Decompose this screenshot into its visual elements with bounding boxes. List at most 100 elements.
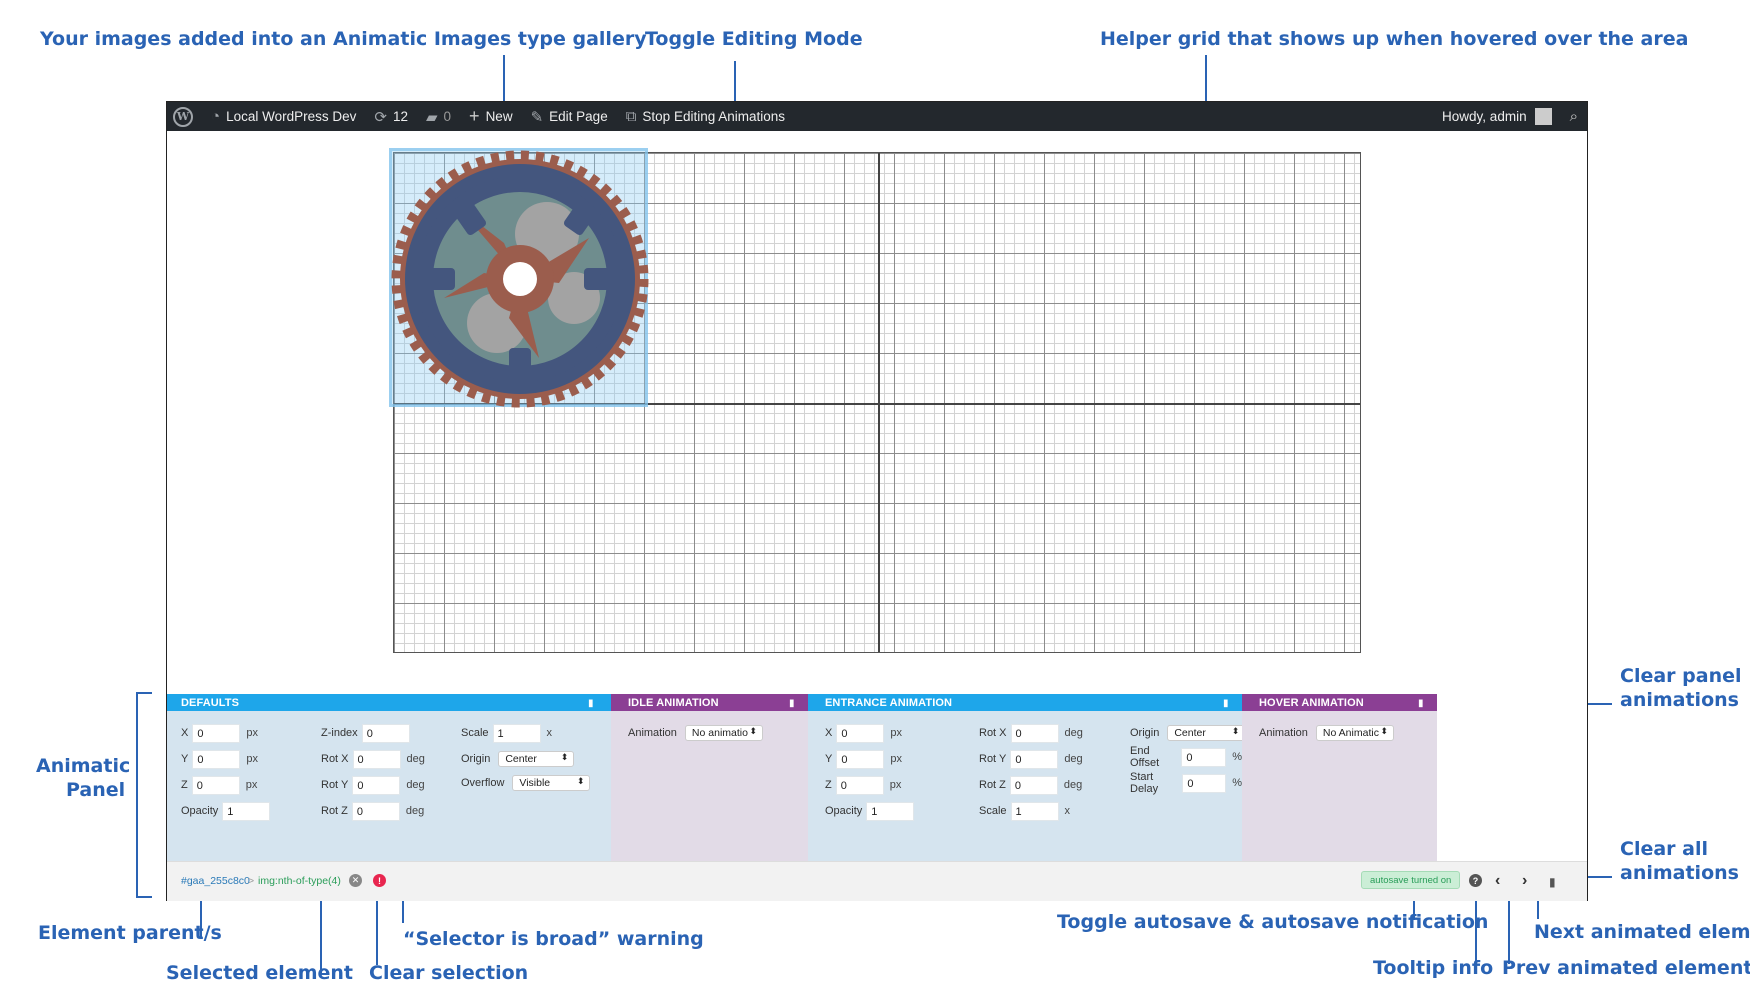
next-element-icon[interactable]: ›	[1522, 872, 1527, 890]
idle-animation-section: IDLE ANIMATION ▮ Animation No animatio ⬍	[611, 694, 808, 861]
unit-label: px	[246, 727, 258, 739]
select-value: Center	[1174, 727, 1206, 739]
select-arrows-icon: ⬍	[560, 752, 569, 762]
annotation-toggle-autosave: Toggle autosave & autosave notification	[1057, 911, 1489, 933]
unit-label: deg	[1063, 779, 1083, 791]
field-label: Start Delay	[1130, 771, 1159, 795]
unit-label: deg	[406, 753, 425, 765]
entrance-rotx-input[interactable]: 0	[1010, 723, 1059, 743]
defaults-rotx-input[interactable]: 0	[352, 749, 401, 769]
field-label: Z-index	[321, 727, 358, 739]
plus-icon: +	[469, 106, 480, 126]
unit-label: deg	[405, 805, 425, 817]
field-label: Z	[825, 779, 832, 791]
entrance-roty-input[interactable]: 0	[1010, 749, 1059, 769]
entrance-x-input[interactable]: 0	[836, 723, 885, 743]
field-label: Z	[181, 779, 188, 791]
edit-page-link[interactable]: ✎ Edit Page	[522, 102, 617, 131]
field-label: Rot Z	[321, 805, 348, 817]
defaults-section: DEFAULTS ▮ X 0 px Y 0 px Z 0 px Opacity 1 Z-ind…	[167, 694, 611, 861]
annotation-line	[376, 893, 378, 965]
stop-editing-label: Stop Editing Animations	[642, 109, 786, 124]
clear-panel-trash-icon[interactable]: ▮	[789, 698, 798, 709]
defaults-zindex-input[interactable]: 0	[361, 723, 410, 743]
my-account-link[interactable]: Howdy, admin	[1433, 102, 1561, 131]
entrance-y-input[interactable]: 0	[836, 749, 885, 769]
hover-animation-select[interactable]: No Animatic ⬍	[1315, 725, 1394, 741]
field-label: Rot Y	[979, 753, 1007, 765]
defaults-scale-input[interactable]: 1	[492, 723, 541, 743]
defaults-rotz-input[interactable]: 0	[351, 801, 400, 821]
idle-animation-select[interactable]: No animatio ⬍	[684, 725, 763, 741]
defaults-origin-select[interactable]: Center ⬍	[498, 751, 575, 767]
annotation-clear-selection: Clear selection	[369, 962, 529, 984]
avatar	[1534, 108, 1552, 125]
wp-admin-bar: W ◔ Local WordPress Dev ⟳ 12 ▰ 0 + New ✎…	[167, 102, 1587, 131]
field-label: Scale	[979, 805, 1007, 817]
unit-label: %	[1232, 751, 1242, 763]
defaults-overflow-select[interactable]: Visible ⬍	[512, 775, 591, 791]
hover-animation-section: HOVER ANIMATION ▮ Animation No Animatic ⬍	[1242, 694, 1437, 861]
field-label: Rot Z	[979, 779, 1006, 791]
annotation-next-element: Next animated element	[1534, 921, 1750, 943]
clear-all-trash-icon[interactable]: ▮	[1549, 875, 1556, 889]
stop-editing-animations-button[interactable]: ⧉ Stop Editing Animations	[617, 102, 794, 131]
entrance-rotz-input[interactable]: 0	[1009, 775, 1058, 795]
edit-page-label: Edit Page	[549, 109, 608, 124]
selector-warning-icon[interactable]: !	[373, 874, 386, 887]
select-arrows-icon: ⬍	[1231, 726, 1240, 736]
prev-element-icon[interactable]: ‹	[1495, 872, 1500, 890]
wp-logo-button[interactable]: W	[167, 102, 202, 131]
field-label: Rot X	[321, 753, 349, 765]
clear-panel-trash-icon[interactable]: ▮	[1223, 698, 1232, 709]
unit-label: px	[890, 727, 902, 739]
entrance-end-offset-input[interactable]: 0	[1181, 747, 1227, 767]
browser-window: W ◔ Local WordPress Dev ⟳ 12 ▰ 0 + New ✎…	[166, 101, 1588, 901]
layers-icon: ⧉	[625, 108, 637, 125]
comment-icon: ▰	[425, 108, 438, 126]
unit-label: px	[245, 779, 258, 791]
annotation-bracket	[136, 692, 152, 898]
clear-panel-trash-icon[interactable]: ▮	[588, 698, 597, 709]
entrance-origin-select[interactable]: Center ⬍	[1167, 725, 1246, 741]
defaults-x-input[interactable]: 0	[192, 723, 241, 743]
field-label: X	[181, 727, 189, 739]
updates-link[interactable]: ⟳ 12	[365, 102, 417, 131]
panel-footer: #gaa_255c8c0 > img:nth-of-type(4) ✕ ! au…	[167, 861, 1587, 901]
autosave-toggle[interactable]: autosave turned on	[1361, 871, 1461, 889]
entrance-title: ENTRANCE ANIMATION	[825, 696, 953, 709]
gear-image[interactable]	[389, 148, 651, 410]
select-value: No Animatic	[1322, 727, 1379, 739]
defaults-roty-input[interactable]: 0	[352, 775, 401, 795]
entrance-scale-input[interactable]: 1	[1010, 801, 1059, 821]
selected-element-link[interactable]: img:nth-of-type(4)	[258, 875, 341, 887]
entrance-animation-section: ENTRANCE ANIMATION ▮ X 0 px Y 0 px Z 0 px Opac…	[808, 694, 1246, 861]
defaults-opacity-input[interactable]: 1	[222, 801, 271, 821]
defaults-z-input[interactable]: 0	[191, 775, 240, 795]
entrance-opacity-input[interactable]: 1	[866, 801, 915, 821]
pencil-icon: ✎	[530, 108, 544, 126]
refresh-icon: ⟳	[374, 108, 387, 126]
element-parent-link[interactable]: #gaa_255c8c0	[181, 875, 250, 887]
entrance-start-delay-input[interactable]: 0	[1182, 773, 1227, 793]
annotation-selector-warning: “Selector is broad” warning	[403, 928, 704, 950]
search-button[interactable]: ⌕	[1561, 102, 1587, 131]
clear-panel-trash-icon[interactable]: ▮	[1418, 698, 1427, 709]
field-label: Animation	[1259, 727, 1308, 739]
field-label: Origin	[1130, 727, 1160, 739]
help-icon[interactable]: ?	[1469, 874, 1482, 887]
comments-link[interactable]: ▰ 0	[417, 102, 460, 131]
select-value: Center	[505, 753, 537, 765]
select-arrows-icon: ⬍	[1380, 726, 1388, 736]
clear-selection-icon[interactable]: ✕	[349, 874, 362, 887]
defaults-y-input[interactable]: 0	[192, 749, 241, 769]
annotation-animatic-panel-1: Animatic	[36, 755, 131, 777]
annotation-clear-panel-1: Clear panel	[1620, 665, 1742, 687]
site-name-link[interactable]: ◔ Local WordPress Dev	[202, 102, 365, 131]
updates-count: 12	[392, 109, 408, 124]
new-content-link[interactable]: + New	[460, 102, 522, 131]
field-label: Overflow	[461, 777, 505, 789]
entrance-z-input[interactable]: 0	[835, 775, 884, 795]
annotation-prev-element: Prev animated element	[1502, 957, 1750, 979]
field-label: Rot Y	[321, 779, 349, 791]
